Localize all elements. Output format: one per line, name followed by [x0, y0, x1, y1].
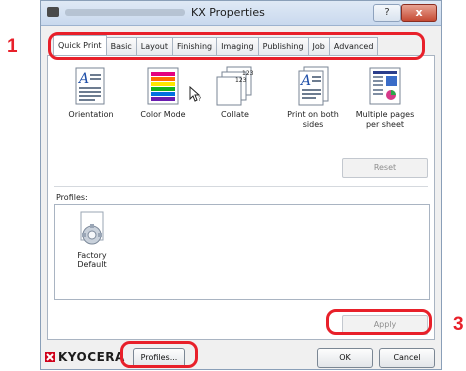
- cursor-icon: ?: [189, 85, 203, 104]
- color-mode-icon: [146, 66, 180, 106]
- color-mode-setting[interactable]: Color Mode: [132, 66, 194, 120]
- multi-page-setting[interactable]: Multiple pages per sheet: [354, 66, 416, 130]
- collate-label: Collate: [221, 110, 249, 119]
- annotation-3: 3: [453, 314, 464, 335]
- printer-icon: [47, 7, 59, 17]
- dialog-footer: KYOCERA Profiles... OK Cancel: [41, 340, 441, 371]
- duplex-icon: A: [296, 66, 330, 106]
- title-bar: KX Properties ? x: [41, 1, 441, 26]
- cancel-button[interactable]: Cancel: [379, 348, 435, 368]
- profile-item-factory-default[interactable]: Factory Default: [71, 211, 113, 269]
- callout-tabs: [48, 32, 425, 60]
- profiles-heading: Profiles:: [56, 193, 88, 202]
- window-title: KX Properties: [191, 6, 265, 19]
- multi-page-label: Multiple pages per sheet: [355, 110, 415, 129]
- svg-text:123: 123: [242, 70, 254, 77]
- multi-page-icon: [368, 66, 402, 106]
- color-mode-label: Color Mode: [140, 110, 186, 119]
- logo-text: KYOCERA: [58, 350, 125, 364]
- title-obscured-text: [65, 9, 185, 16]
- callout-apply-button: [326, 309, 432, 335]
- orientation-label: Orientation: [68, 110, 114, 119]
- kyocera-logo: KYOCERA: [45, 350, 125, 364]
- factory-default-icon: [71, 211, 113, 249]
- close-button[interactable]: x: [401, 4, 437, 22]
- svg-text:?: ?: [198, 96, 201, 102]
- reset-button[interactable]: Reset: [342, 158, 428, 178]
- collate-setting[interactable]: 123 123 Collate: [204, 66, 266, 120]
- orientation-icon: A: [74, 66, 108, 106]
- quick-print-panel: A Orientation Color Mode ? 123 123 Colla…: [47, 55, 435, 340]
- kyocera-logo-icon: [45, 352, 55, 362]
- svg-text:123: 123: [235, 77, 247, 84]
- ok-button[interactable]: OK: [317, 348, 373, 368]
- svg-text:A: A: [299, 73, 311, 89]
- orientation-setting[interactable]: A Orientation: [60, 66, 122, 120]
- svg-text:A: A: [77, 71, 89, 87]
- profile-item-label: Factory Default: [77, 251, 107, 269]
- callout-profiles-button: [120, 341, 198, 368]
- help-button[interactable]: ?: [373, 4, 401, 22]
- duplex-label: Print on both sides: [287, 110, 339, 129]
- annotation-1: 1: [7, 36, 18, 57]
- collate-icon: 123 123: [213, 66, 257, 106]
- divider: [54, 186, 428, 187]
- profiles-list: Factory Default: [54, 204, 430, 300]
- duplex-setting[interactable]: A Print on both sides: [282, 66, 344, 130]
